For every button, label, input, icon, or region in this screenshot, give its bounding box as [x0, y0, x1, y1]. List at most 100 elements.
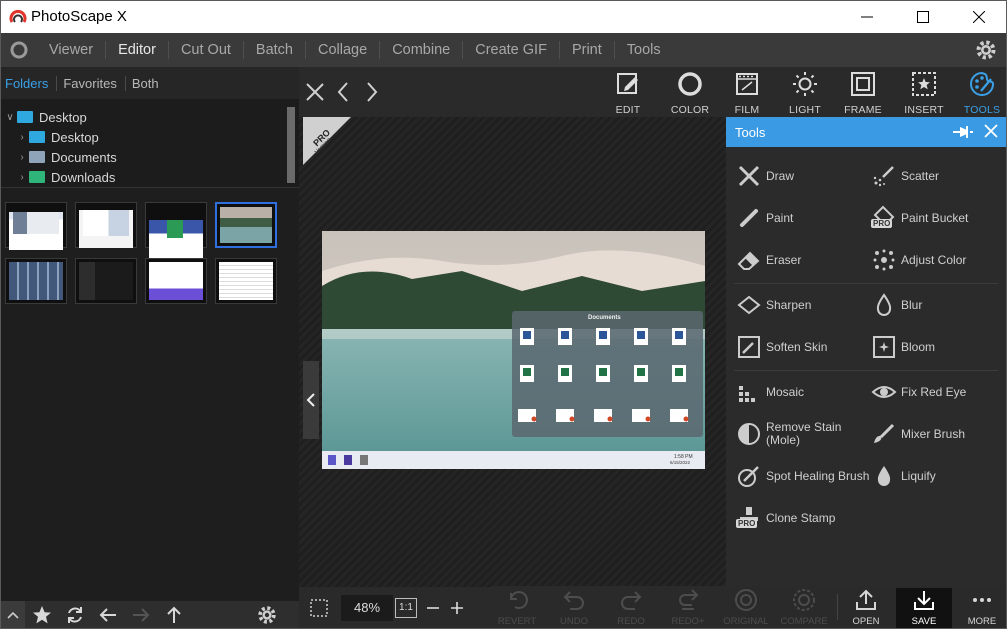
- thumbnail[interactable]: [215, 258, 277, 304]
- refresh-button[interactable]: [58, 601, 91, 628]
- up-folder-button[interactable]: [157, 601, 190, 628]
- tab-edit-label: EDIT: [615, 104, 641, 116]
- tools-icon: [970, 71, 995, 96]
- edited-photo[interactable]: 1:58 PM 6/15/2022 Documents: [322, 231, 705, 469]
- close-panel-icon[interactable]: [984, 124, 998, 138]
- tab-both[interactable]: Both: [132, 76, 167, 91]
- menu-print[interactable]: Print: [558, 41, 614, 59]
- pin-icon[interactable]: [952, 124, 974, 140]
- thumbnail[interactable]: [5, 258, 67, 304]
- tool-liquify[interactable]: Liquify: [871, 463, 936, 489]
- thumbnail[interactable]: [145, 258, 207, 304]
- maximize-button[interactable]: [900, 1, 946, 33]
- paint-bucket-icon: PRO: [871, 205, 897, 231]
- thumbnail[interactable]: [145, 202, 207, 258]
- favorite-button[interactable]: [25, 601, 58, 628]
- open-button[interactable]: OPEN: [838, 588, 894, 628]
- tree-scrollbar[interactable]: [287, 107, 295, 183]
- menu-editor[interactable]: Editor: [105, 41, 168, 59]
- redo-plus-button[interactable]: REDO+: [660, 588, 716, 628]
- tab-insert[interactable]: INSERT: [895, 71, 953, 117]
- save-button[interactable]: SAVE: [896, 588, 952, 628]
- compare-button[interactable]: COMPARE: [776, 588, 832, 628]
- minimize-button[interactable]: [844, 1, 890, 33]
- settings-gear-icon[interactable]: [974, 38, 998, 62]
- tool-sharpen[interactable]: Sharpen: [736, 292, 811, 318]
- tree-node-documents[interactable]: › Documents: [15, 147, 116, 167]
- tool-label: Remove Stain (Mole): [766, 420, 842, 447]
- tab-edit[interactable]: EDIT: [599, 71, 657, 117]
- redo-plus-icon: [679, 589, 699, 610]
- zoom-value: 48%: [353, 600, 381, 615]
- thumbnail-selected[interactable]: [215, 202, 277, 248]
- tool-mosaic[interactable]: Mosaic: [736, 379, 804, 405]
- tool-adjust-color[interactable]: Adjust Color: [871, 247, 966, 273]
- folder-tree: ∨ Desktop › Desktop › Documents › Downlo…: [1, 99, 299, 187]
- original-button[interactable]: ORIGINAL: [718, 588, 774, 628]
- app-home-button[interactable]: [1, 33, 37, 67]
- tab-frame[interactable]: FRAME: [834, 71, 892, 117]
- tool-scatter[interactable]: Scatter: [871, 163, 939, 189]
- menu-batch[interactable]: Batch: [242, 41, 305, 59]
- selection-tool-icon[interactable]: [308, 597, 330, 619]
- close-window-button[interactable]: [956, 1, 1002, 33]
- collapse-left-panel-button[interactable]: [303, 361, 319, 439]
- redo-label: REDO: [617, 616, 645, 627]
- actual-size-button[interactable]: 1:1: [395, 597, 417, 618]
- thumbnail[interactable]: [75, 202, 137, 248]
- tool-label: Blur: [901, 298, 923, 312]
- tool-paint[interactable]: Paint: [736, 205, 793, 231]
- tree-node-desktop-root[interactable]: ∨ Desktop: [3, 107, 86, 127]
- tool-label: Fix Red Eye: [901, 385, 967, 399]
- mixer-brush-icon: [874, 423, 895, 443]
- tool-bloom[interactable]: Bloom: [871, 334, 935, 360]
- tool-mixer-brush[interactable]: Mixer Brush: [871, 421, 965, 447]
- previous-image-icon[interactable]: [332, 80, 356, 104]
- close-image-icon[interactable]: [303, 80, 327, 104]
- redo-button[interactable]: REDO: [603, 588, 659, 628]
- revert-button[interactable]: REVERT: [489, 588, 545, 628]
- tree-node-downloads[interactable]: › Downloads: [15, 167, 115, 187]
- menu-combine[interactable]: Combine: [379, 41, 462, 59]
- menu-create-gif[interactable]: Create GIF: [462, 41, 559, 59]
- tab-insert-label: INSERT: [904, 104, 944, 116]
- menu-collage[interactable]: Collage: [305, 41, 379, 59]
- tool-eraser[interactable]: Eraser: [736, 247, 801, 273]
- tool-fix-red-eye[interactable]: Fix Red Eye: [871, 379, 966, 405]
- menu-tools[interactable]: Tools: [613, 41, 673, 59]
- tab-film[interactable]: FILM: [718, 71, 776, 117]
- more-button[interactable]: MORE: [954, 588, 1007, 628]
- image-canvas[interactable]: PRO Version 1:58 PM 6/15/2022 Documents: [299, 117, 726, 587]
- chevron-right-icon: ›: [20, 171, 24, 183]
- pro-version-ribbon[interactable]: PRO Version: [303, 117, 351, 165]
- action-bar: REVERT UNDO REDO REDO+ ORIGINAL COMPARE …: [491, 586, 1006, 628]
- tool-clone-stamp[interactable]: PRO Clone Stamp: [736, 505, 835, 531]
- tool-soften-skin[interactable]: Soften Skin: [736, 334, 827, 360]
- tab-tools[interactable]: TOOLS: [953, 71, 1007, 117]
- tree-node-desktop[interactable]: › Desktop: [15, 127, 98, 147]
- browser-settings-button[interactable]: [250, 601, 283, 628]
- thumbnail[interactable]: [75, 258, 137, 304]
- thumbnail[interactable]: [5, 202, 67, 250]
- tab-light[interactable]: LIGHT: [776, 71, 834, 117]
- tool-remove-stain[interactable]: Remove Stain (Mole): [736, 421, 841, 447]
- eraser-icon: [737, 251, 760, 270]
- menu-viewer[interactable]: Viewer: [37, 41, 105, 59]
- tool-draw[interactable]: Draw: [736, 163, 794, 189]
- tool-spot-healing-brush[interactable]: Spot Healing Brush: [736, 463, 869, 489]
- undo-button[interactable]: UNDO: [546, 588, 602, 628]
- tab-tools-label: TOOLS: [963, 104, 1001, 116]
- tool-paint-bucket[interactable]: PRO Paint Bucket: [871, 205, 968, 231]
- tool-blur[interactable]: Blur: [871, 292, 922, 318]
- next-image-icon[interactable]: [359, 80, 383, 104]
- zoom-out-icon[interactable]: [425, 600, 441, 616]
- back-button[interactable]: [91, 601, 124, 628]
- collapse-up-button[interactable]: [1, 601, 25, 628]
- zoom-in-icon[interactable]: [449, 600, 465, 616]
- zoom-value-box[interactable]: 48%: [341, 594, 393, 621]
- tab-folders[interactable]: Folders: [5, 75, 58, 91]
- forward-button[interactable]: [124, 601, 157, 628]
- menu-cut-out[interactable]: Cut Out: [167, 41, 243, 59]
- tab-favorites[interactable]: Favorites: [63, 75, 126, 91]
- tab-color[interactable]: COLOR: [661, 71, 719, 117]
